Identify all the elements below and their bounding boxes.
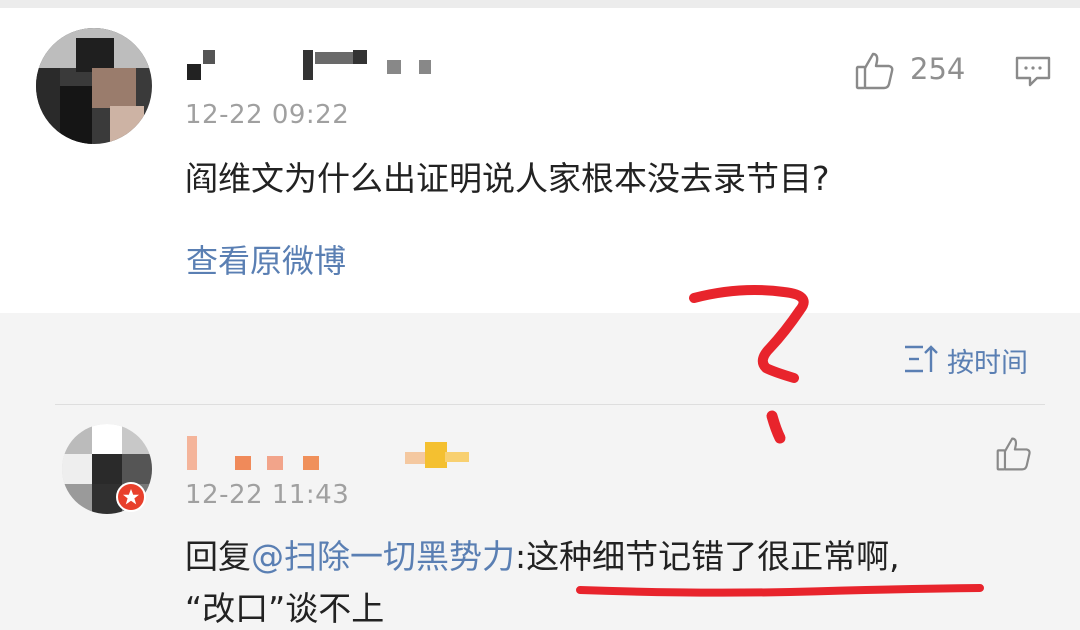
comment-content-line2: “改口”谈不上	[185, 589, 385, 628]
comment-text: :这种细节记错了很正常啊,	[515, 537, 900, 576]
view-original-post-link[interactable]: 查看原微博	[186, 236, 346, 282]
comment-bubble-icon[interactable]	[1013, 54, 1053, 90]
comment-thumbs-up-icon[interactable]	[995, 435, 1033, 473]
mention-link[interactable]: @扫除一切黑势力	[251, 537, 515, 576]
comments-divider	[55, 404, 1045, 405]
commenter-name[interactable]	[183, 436, 483, 476]
comment-content-line1: 回复@扫除一切黑势力:这种细节记错了很正常啊,	[185, 530, 900, 578]
thumbs-up-icon[interactable]	[854, 50, 896, 92]
poster-name[interactable]	[183, 44, 473, 84]
post-time: 12-22 09:22	[185, 100, 350, 130]
sort-lines-icon[interactable]	[903, 343, 939, 375]
post-content: 阎维文为什么出证明说人家根本没去录节目?	[185, 159, 830, 198]
poster-avatar[interactable]	[36, 28, 152, 144]
comment-time: 12-22 11:43	[185, 480, 350, 510]
sort-by-time-button[interactable]: 按时间	[947, 341, 1028, 380]
reply-prefix: 回复	[185, 537, 251, 576]
top-edge	[0, 0, 1080, 8]
post-like-count: 254	[910, 52, 966, 86]
verified-badge-icon	[116, 482, 146, 512]
